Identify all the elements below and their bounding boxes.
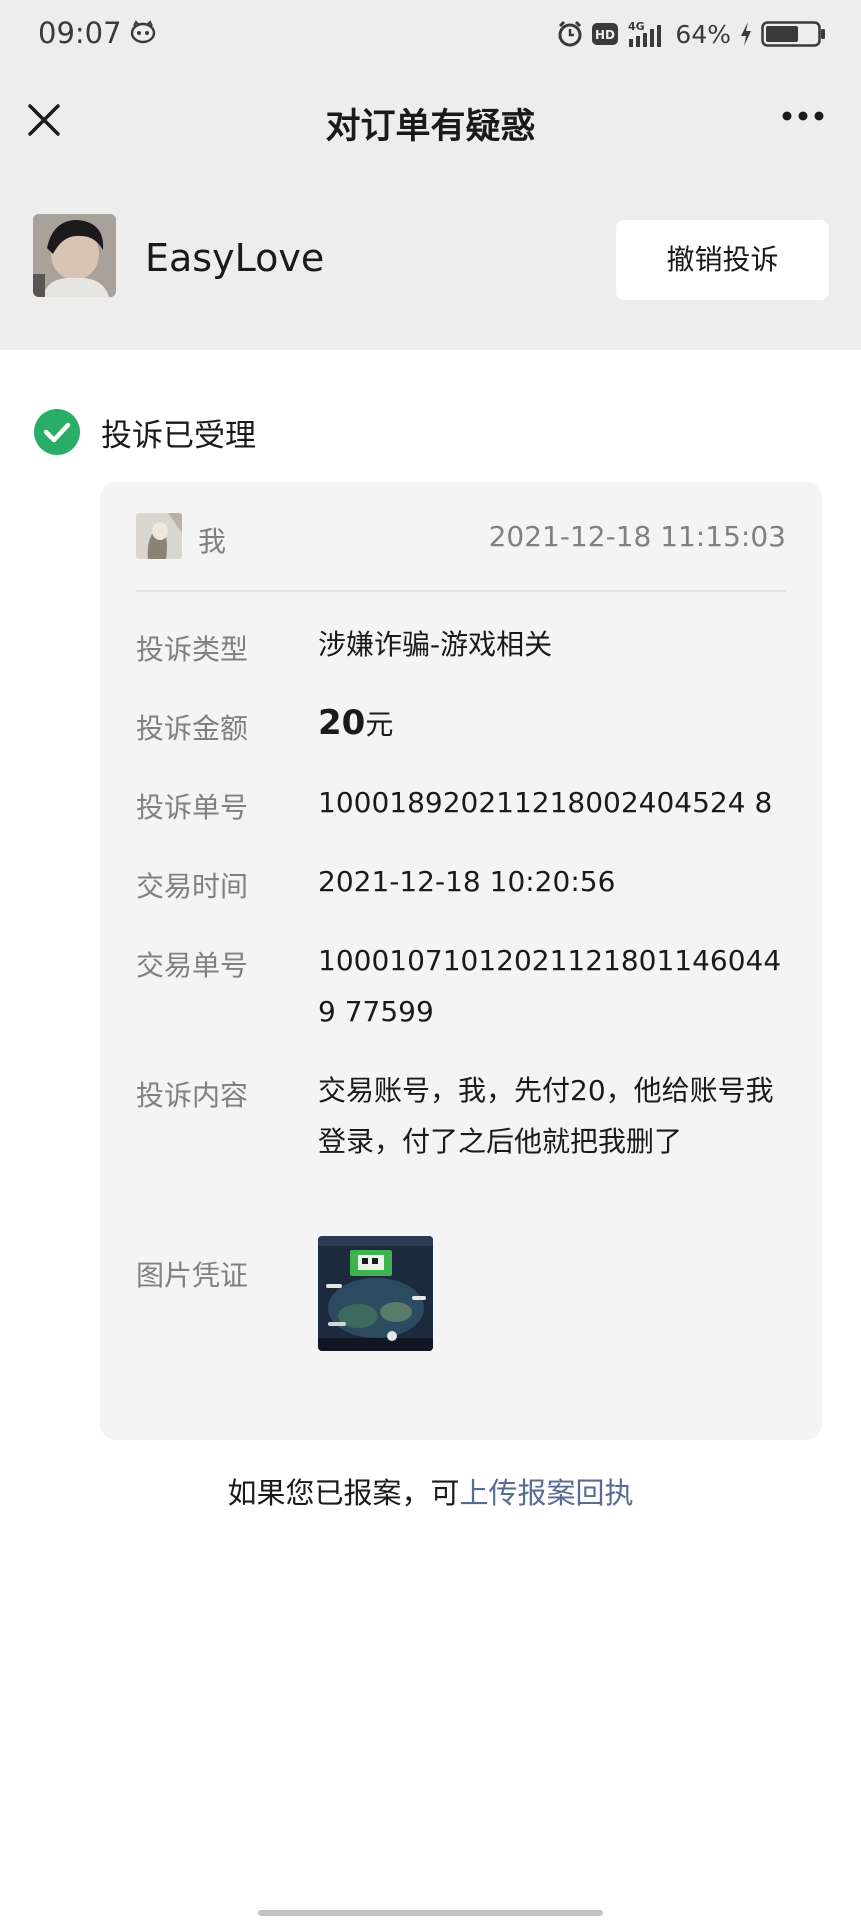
card-header: 我 2021-12-18 11:15:03: [136, 512, 786, 560]
row-value: 20元: [318, 698, 798, 750]
merchant-name: EasyLove: [145, 236, 325, 280]
row-label: 图片凭证: [136, 1259, 249, 1292]
status-bar: 09:07 HD 4G 64%: [0, 0, 861, 68]
alarm-icon: [558, 20, 582, 47]
row-label: 交易时间: [136, 870, 249, 903]
merchant-header: EasyLove 撤销投诉: [0, 170, 861, 350]
row-label: 投诉类型: [136, 633, 249, 666]
row-label: 投诉金额: [136, 712, 249, 745]
footer-note: 如果您已报案，可上传报案回执: [0, 1470, 861, 1512]
row-value: 2021-12-18 10:20:56: [318, 865, 616, 898]
footer-prefix: 如果您已报案，可: [227, 1476, 460, 1510]
status-icons: HD 4G 64%: [557, 16, 827, 52]
status-time: 09:07: [38, 16, 122, 50]
evidence-image[interactable]: [318, 1236, 433, 1351]
evidence-image-content: [318, 1236, 433, 1351]
app-notification-icon: [130, 20, 156, 44]
submitted-time: 2021-12-18 11:15:03: [488, 520, 786, 553]
row-value: 100018920211218002404524 8: [318, 786, 773, 819]
battery-percent: 64%: [675, 19, 731, 49]
amount-unit: 元: [365, 708, 394, 741]
charging-icon: [741, 22, 751, 46]
merchant-avatar-image: [33, 214, 116, 297]
navigation-bar: 对订单有疑惑: [0, 68, 861, 170]
home-indicator[interactable]: [258, 1910, 603, 1916]
network-type: 4G: [628, 20, 645, 33]
row-label: 交易单号: [136, 949, 249, 982]
status-text: 投诉已受理: [101, 417, 256, 454]
row-label: 投诉内容: [136, 1079, 249, 1112]
svg-text:HD: HD: [595, 28, 615, 42]
revoke-complaint-button[interactable]: 撤销投诉: [616, 220, 829, 300]
row-value: 100010710120211218011460449 77599: [318, 944, 782, 1028]
row-label: 投诉单号: [136, 791, 249, 824]
complaint-status: 投诉已受理: [33, 408, 256, 456]
merchant-avatar[interactable]: [33, 214, 116, 297]
check-circle-icon: [34, 409, 80, 455]
user-avatar-image: [136, 513, 182, 559]
user-label: 我: [198, 525, 227, 558]
more-icon[interactable]: [781, 108, 825, 124]
user-avatar: [136, 513, 182, 559]
amount-number: 20: [318, 703, 366, 743]
divider: [136, 590, 786, 592]
row-value: 涉嫌诈骗-游戏相关: [318, 628, 553, 661]
row-value: 交易账号，我，先付20，他给账号我登录，付了之后他就把我删了: [318, 1074, 774, 1158]
hd-icon: HD: [592, 23, 619, 45]
upload-receipt-link[interactable]: 上传报案回执: [460, 1476, 634, 1510]
complaint-card: 我 2021-12-18 11:15:03 投诉类型 涉嫌诈骗-游戏相关 投诉金…: [100, 482, 822, 1440]
signal-4g-icon: 4G: [628, 20, 662, 47]
page-title: 对订单有疑惑: [325, 107, 536, 147]
battery-icon: [761, 21, 825, 47]
